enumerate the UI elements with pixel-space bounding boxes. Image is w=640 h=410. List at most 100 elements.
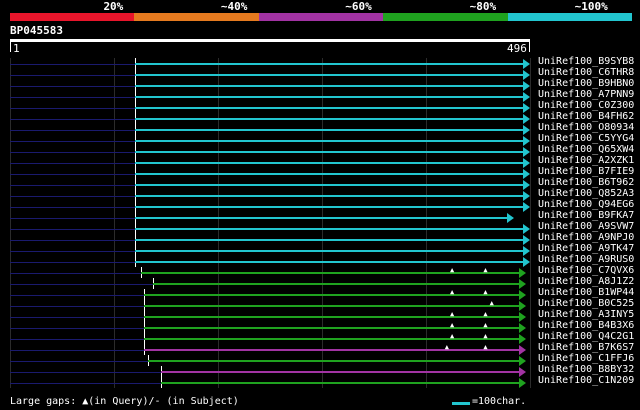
arrow-head-icon [523, 202, 530, 212]
alignment-bar[interactable] [135, 217, 508, 219]
hit-link[interactable]: UniRef100_B7K6S7 [538, 342, 634, 353]
unaligned-region [10, 273, 142, 274]
unaligned-region [10, 174, 136, 175]
arrow-head-icon [518, 334, 526, 344]
unaligned-region [10, 262, 136, 263]
alignment-bar[interactable] [135, 173, 523, 175]
arrow-head-icon [518, 345, 526, 355]
arrow-head-icon [523, 235, 530, 245]
hit-link[interactable]: UniRef100_A2XZK1 [538, 155, 634, 166]
alignment-bar[interactable] [135, 96, 523, 98]
arrow-head-icon [523, 125, 530, 135]
blast-graphic: 20% ~40% ~60% ~80% ~100% BP045583 1 496 UniR… [0, 0, 640, 410]
hit-link[interactable]: UniRef100_B4FH62 [538, 111, 634, 122]
hit-link[interactable]: UniRef100_B6T962 [538, 177, 634, 188]
unaligned-region [10, 306, 145, 307]
alignment-bar[interactable] [135, 118, 523, 120]
hit-link[interactable]: UniRef100_Q65XW4 [538, 144, 634, 155]
unaligned-region [10, 339, 145, 340]
hit-link[interactable]: UniRef100_A8J1Z2 [538, 276, 634, 287]
hit-link[interactable]: UniRef100_C6THR8 [538, 67, 634, 78]
scale-segment [383, 13, 508, 21]
alignment-bar[interactable] [135, 140, 523, 142]
hit-link[interactable]: UniRef100_B0C525 [538, 298, 634, 309]
hit-link[interactable]: UniRef100_B9HBN0 [538, 78, 634, 89]
unaligned-region [10, 240, 136, 241]
hit-link[interactable]: UniRef100_B8BY32 [538, 364, 634, 375]
hit-link[interactable]: UniRef100_B9FKA7 [538, 210, 634, 221]
alignment-bar[interactable] [135, 162, 523, 164]
arrow-head-icon [523, 169, 530, 179]
hit-link[interactable]: UniRef100_B9SYB8 [538, 56, 634, 67]
alignment-bar[interactable] [135, 228, 523, 230]
alignment-bar[interactable] [144, 294, 519, 296]
alignment-bar[interactable] [135, 85, 523, 87]
arrow-head-icon [507, 213, 515, 223]
hit-link[interactable]: UniRef100_C1N209 [538, 375, 634, 386]
arrow-head-icon [523, 147, 530, 157]
alignment-bar[interactable] [135, 239, 523, 241]
ruler-end-tick [529, 42, 530, 52]
query-gap-marker-icon: ▲ [483, 321, 488, 329]
alignment-bar[interactable] [141, 272, 519, 274]
hit-link[interactable]: UniRef100_Q852A3 [538, 188, 634, 199]
alignment-bar[interactable] [135, 250, 523, 252]
alignment-bar[interactable] [135, 184, 523, 186]
arrow-head-icon [518, 279, 526, 289]
alignment-bar[interactable] [135, 206, 523, 208]
query-gap-marker-icon: ▲ [483, 332, 488, 340]
unaligned-region [10, 130, 136, 131]
scale-legend-swatch [452, 402, 470, 405]
hit-link[interactable]: UniRef100_B4B3X6 [538, 320, 634, 331]
arrow-head-icon [523, 114, 530, 124]
hit-link[interactable]: UniRef100_A9RUS0 [538, 254, 634, 265]
hit-link[interactable]: UniRef100_O80934 [538, 122, 634, 133]
unaligned-region [10, 350, 145, 351]
scale-label: ~80% [469, 0, 497, 13]
unaligned-region [10, 372, 162, 373]
hit-link[interactable]: UniRef100_A9NPJ0 [538, 232, 634, 243]
query-gap-marker-icon: ▲ [489, 299, 494, 307]
query-gap-marker-icon: ▲ [483, 310, 488, 318]
query-name: BP045583 [10, 24, 63, 37]
query-gap-marker-icon: ▲ [483, 343, 488, 351]
hit-link[interactable]: UniRef100_Q4C2G1 [538, 331, 634, 342]
arrow-head-icon [523, 59, 530, 69]
alignment-bar[interactable] [161, 382, 519, 384]
alignment-bar[interactable] [152, 283, 519, 285]
unaligned-region [10, 163, 136, 164]
hit-link[interactable]: UniRef100_A7PNN9 [538, 89, 634, 100]
gaps-legend: Large gaps: ▲(in Query)/- (in Subject) [10, 396, 239, 407]
unaligned-region [10, 196, 136, 197]
arrow-head-icon [523, 224, 530, 234]
alignment-bar[interactable] [144, 338, 519, 340]
unaligned-region [10, 383, 162, 384]
hit-link[interactable]: UniRef100_A3INY5 [538, 309, 634, 320]
alignment-bar[interactable] [144, 316, 519, 318]
alignment-bar[interactable] [135, 261, 523, 263]
alignment-bar[interactable] [135, 107, 523, 109]
alignment-bar[interactable] [135, 151, 523, 153]
scale-segment [134, 13, 259, 21]
alignment-bar[interactable] [144, 327, 519, 329]
arrow-head-icon [518, 301, 526, 311]
hit-link[interactable]: UniRef100_B7FIE9 [538, 166, 634, 177]
alignment-bar[interactable] [135, 74, 523, 76]
hit-link[interactable]: UniRef100_C0Z300 [538, 100, 634, 111]
arrow-head-icon [518, 312, 526, 322]
alignment-bar[interactable] [161, 371, 519, 373]
hit-link[interactable]: UniRef100_C5YYG4 [538, 133, 634, 144]
hit-link[interactable]: UniRef100_B1WP44 [538, 287, 634, 298]
hit-link[interactable]: UniRef100_A9TK47 [538, 243, 634, 254]
hit-link[interactable]: UniRef100_C7QVX6 [538, 265, 634, 276]
alignment-bar[interactable] [147, 360, 519, 362]
alignment-bar[interactable] [135, 129, 523, 131]
hit-link[interactable]: UniRef100_C1FFJ6 [538, 353, 634, 364]
alignment-bar[interactable] [135, 63, 523, 65]
alignment-bar[interactable] [144, 305, 519, 307]
alignment-bar[interactable] [144, 349, 519, 351]
hit-link[interactable]: UniRef100_Q94EG6 [538, 199, 634, 210]
query-gap-marker-icon: ▲ [483, 288, 488, 296]
alignment-bar[interactable] [135, 195, 523, 197]
hit-link[interactable]: UniRef100_A9SVW7 [538, 221, 634, 232]
